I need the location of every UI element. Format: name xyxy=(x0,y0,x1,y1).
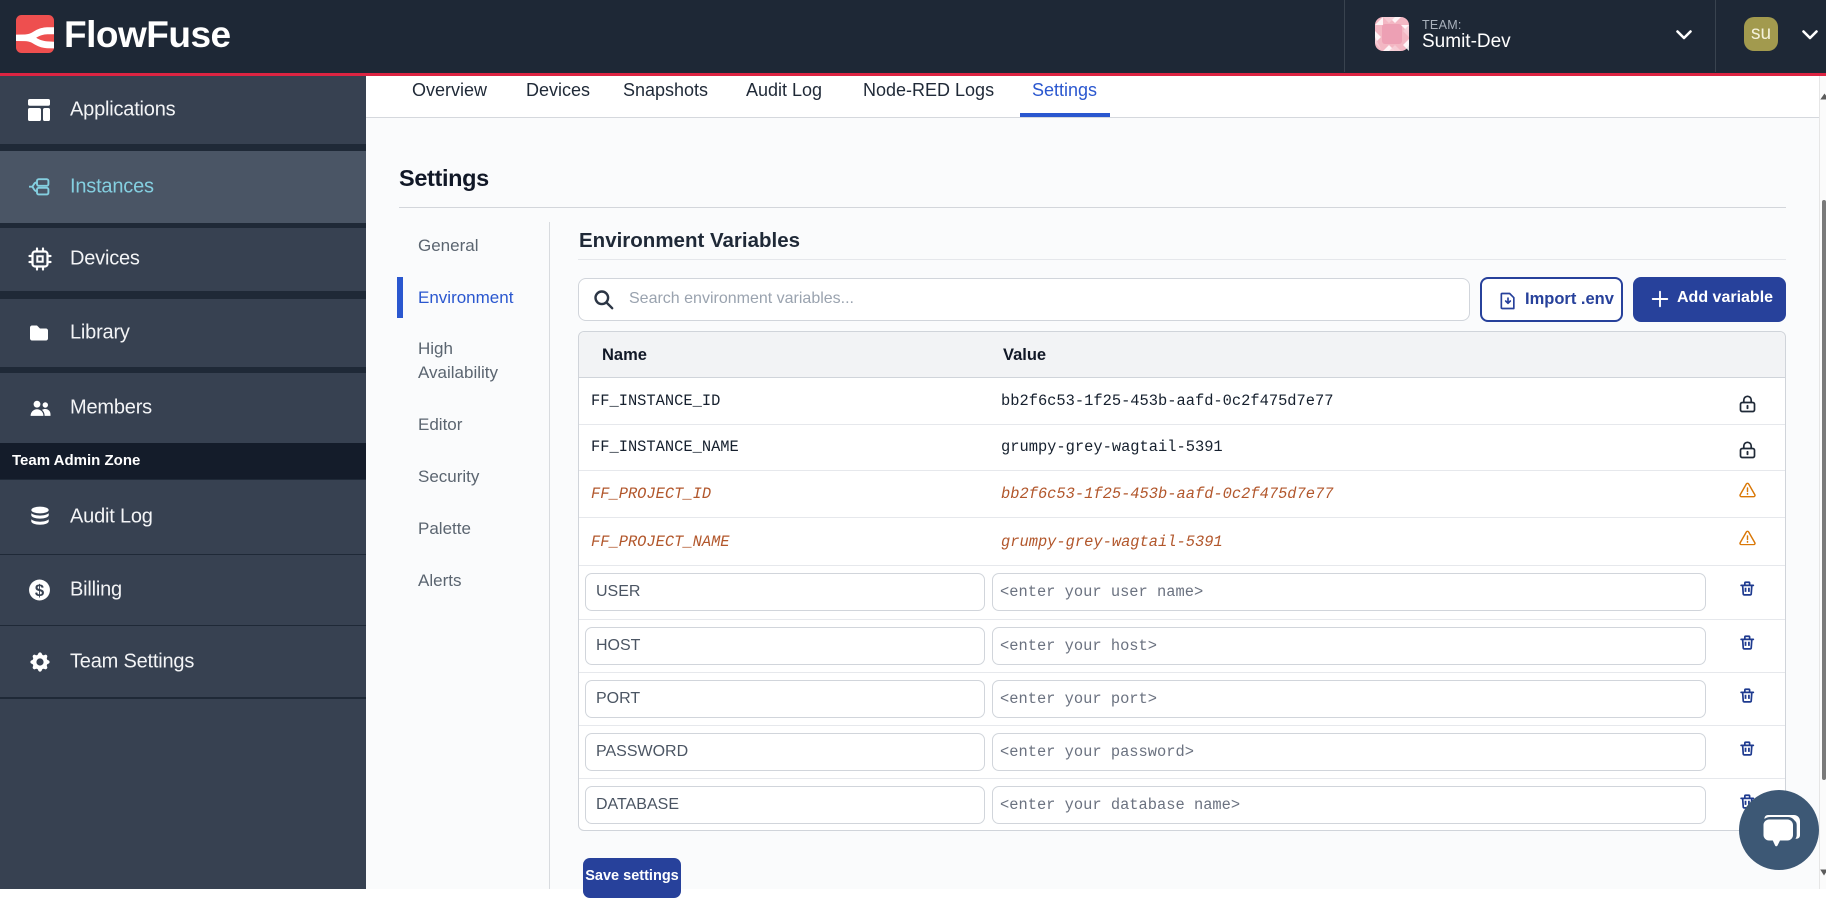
svg-text:$: $ xyxy=(35,581,45,600)
